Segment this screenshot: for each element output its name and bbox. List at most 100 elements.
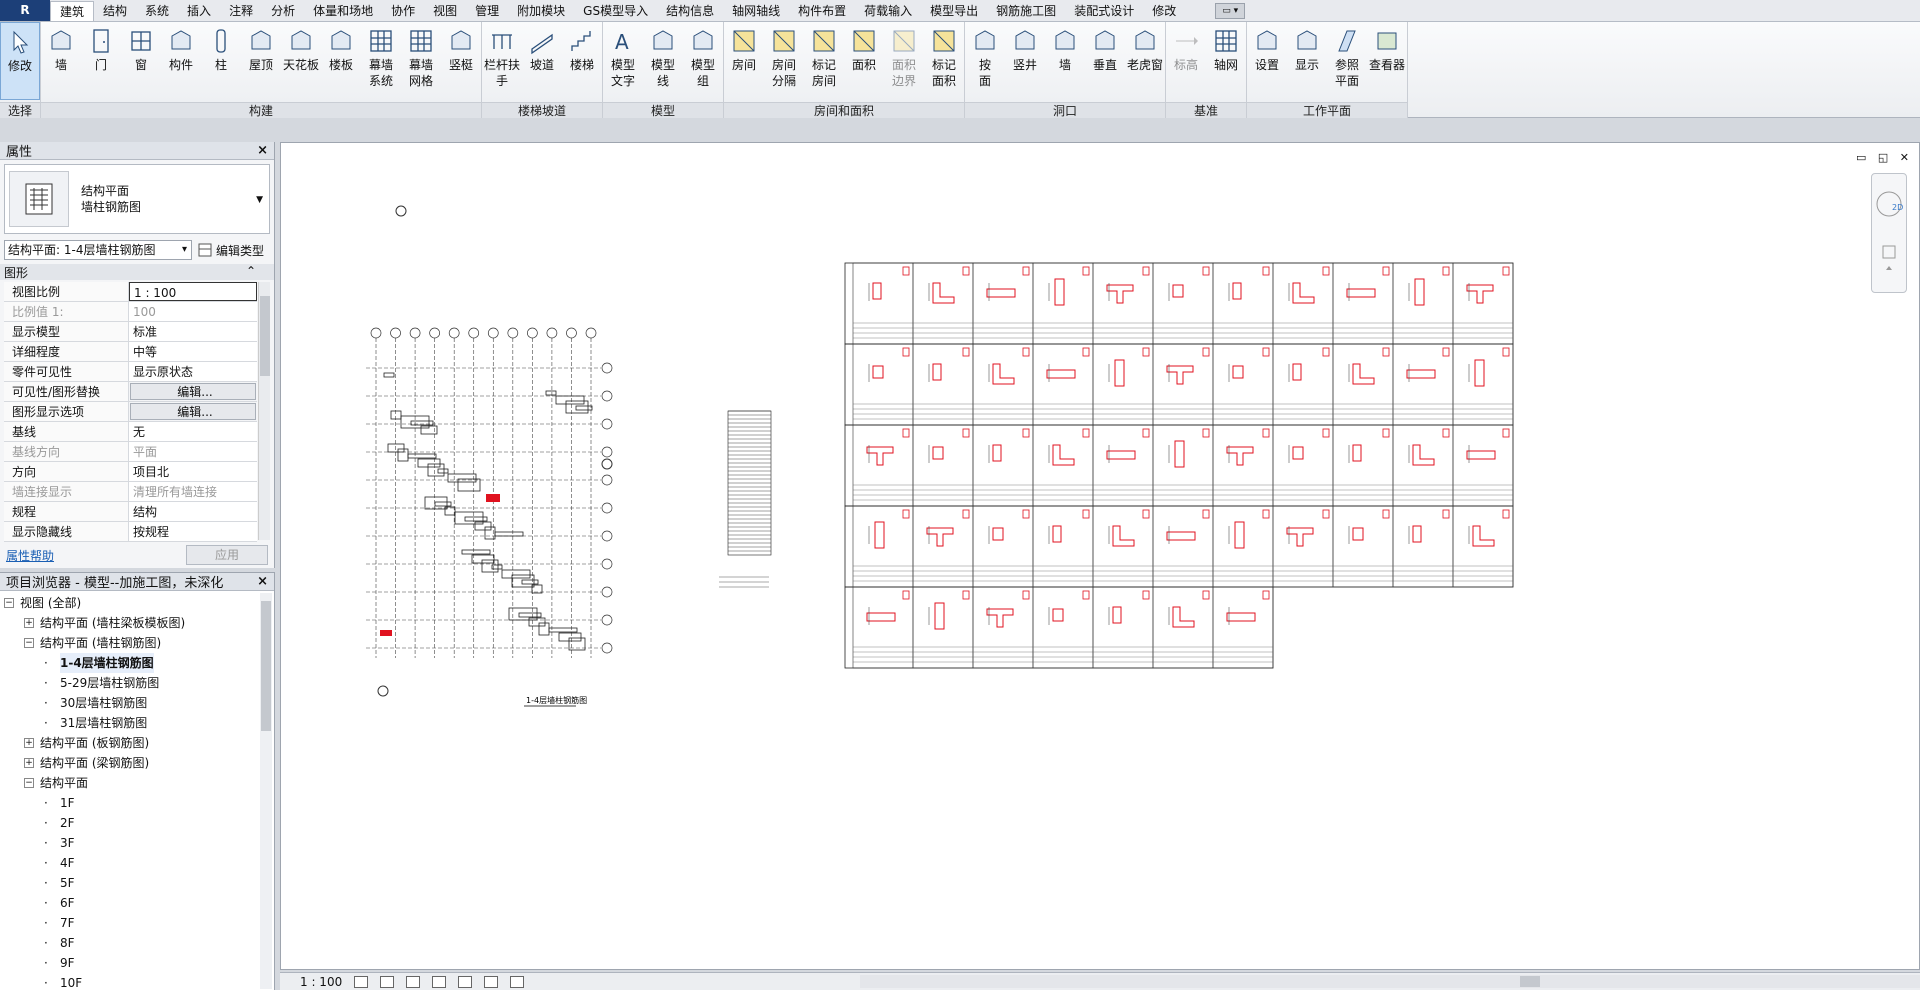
property-edit-button[interactable]: 编辑... <box>130 383 256 400</box>
ribbon-button[interactable]: 显示 <box>1287 22 1327 100</box>
view-scale-label[interactable]: 1 : 100 <box>300 975 342 989</box>
ribbon-button[interactable]: 面积 边界 <box>884 22 924 100</box>
ribbon-tab[interactable]: 构件布置 <box>789 1 855 21</box>
ribbon-button[interactable]: 墙 <box>1045 22 1085 100</box>
ribbon-tab[interactable]: 附加模块 <box>508 1 574 21</box>
ribbon-button[interactable]: 房间 <box>724 22 764 100</box>
detail-level-icon[interactable] <box>354 975 369 988</box>
ribbon-button[interactable]: 门 <box>81 22 121 100</box>
expand-icon[interactable]: + <box>24 618 34 628</box>
canvas-horizontal-scrollbar[interactable] <box>860 975 1920 988</box>
instance-selector[interactable]: 结构平面: 1-4层墙柱钢筋图 ▾ <box>4 240 192 260</box>
ribbon-button[interactable]: 房间 分隔 <box>764 22 804 100</box>
ribbon-tab[interactable]: 管理 <box>466 1 508 21</box>
tree-node[interactable]: · 8F <box>0 933 258 953</box>
close-icon[interactable]: × <box>257 143 268 158</box>
ribbon-tab[interactable]: 结构 <box>94 1 136 21</box>
category-header-graphics[interactable]: 图形 ⌃ <box>0 264 274 280</box>
property-value[interactable]: 结构 <box>129 502 257 521</box>
ribbon-minimize-icon[interactable]: ▭ ▾ <box>1215 2 1246 19</box>
ribbon-tab[interactable]: 注释 <box>220 1 262 21</box>
edit-type-button[interactable]: 编辑类型 <box>198 242 264 259</box>
ribbon-button[interactable]: 楼板 <box>321 22 361 100</box>
view-window-controls[interactable]: ▭ ◱ ✕ <box>1856 151 1913 164</box>
ribbon-tab[interactable]: 插入 <box>178 1 220 21</box>
collapse-icon[interactable]: − <box>24 778 34 788</box>
tree-node[interactable]: + 结构平面 (墙柱梁板模板图) <box>0 613 258 633</box>
ribbon-button[interactable]: 参照 平面 <box>1327 22 1367 100</box>
ribbon-button[interactable]: 查看器 <box>1367 22 1407 100</box>
expand-icon[interactable]: + <box>24 758 34 768</box>
ribbon-button[interactable]: 坡道 <box>522 22 562 100</box>
ribbon-group-label[interactable]: 洞口 <box>965 102 1165 118</box>
property-value[interactable]: 中等 <box>129 342 257 361</box>
ribbon-tab[interactable]: 模型导出 <box>921 1 987 21</box>
ribbon-tab[interactable]: 结构信息 <box>657 1 723 21</box>
ribbon-button[interactable]: 幕墙 网格 <box>401 22 441 100</box>
ribbon-button[interactable]: 模型 线 <box>643 22 683 100</box>
ribbon-tab[interactable]: 视图 <box>424 1 466 21</box>
ribbon-button[interactable]: 修改 <box>0 22 40 100</box>
properties-help-link[interactable]: 属性帮助 <box>6 547 54 564</box>
tree-node[interactable]: · 5F <box>0 873 258 893</box>
ribbon-button[interactable]: 竖井 <box>1005 22 1045 100</box>
reveal-hidden-icon[interactable] <box>510 975 525 988</box>
ribbon-tab[interactable]: 修改 <box>1143 1 1185 21</box>
tree-node[interactable]: + 结构平面 (板钢筋图) <box>0 733 258 753</box>
shadows-icon[interactable] <box>432 975 447 988</box>
visual-style-icon[interactable] <box>380 975 395 988</box>
ribbon-button[interactable]: 构件 <box>161 22 201 100</box>
application-menu-button[interactable]: R <box>0 0 50 21</box>
collapse-icon[interactable]: ⌃ <box>246 264 256 280</box>
ribbon-button[interactable]: 幕墙 系统 <box>361 22 401 100</box>
ribbon-tab[interactable]: 系统 <box>136 1 178 21</box>
ribbon-button[interactable]: 柱 <box>201 22 241 100</box>
tree-node[interactable]: · 1-4层墙柱钢筋图 <box>0 653 258 673</box>
ribbon-group-label[interactable]: 基准 <box>1166 102 1246 118</box>
ribbon-button[interactable]: 标高 <box>1166 22 1206 100</box>
ribbon-button[interactable]: 墙 <box>41 22 81 100</box>
ribbon-button[interactable]: 按 面 <box>965 22 1005 100</box>
ribbon-button[interactable]: 窗 <box>121 22 161 100</box>
browser-scrollbar[interactable] <box>260 593 272 989</box>
tree-node[interactable]: · 10F <box>0 973 258 989</box>
tree-node[interactable]: · 1F <box>0 793 258 813</box>
ribbon-button[interactable]: 栏杆扶手 <box>482 22 522 100</box>
ribbon-button[interactable]: 设置 <box>1247 22 1287 100</box>
ribbon-tab[interactable]: 协作 <box>382 1 424 21</box>
ribbon-group-label[interactable]: 模型 <box>603 102 723 118</box>
tree-node[interactable]: · 5-29层墙柱钢筋图 <box>0 673 258 693</box>
ribbon-tab[interactable]: 分析 <box>262 1 304 21</box>
close-icon[interactable]: × <box>257 574 268 589</box>
collapse-icon[interactable]: − <box>24 638 34 648</box>
tree-node[interactable]: · 30层墙柱钢筋图 <box>0 693 258 713</box>
ribbon-tab[interactable]: 建筑 <box>50 1 95 21</box>
ribbon-tab[interactable]: 荷载输入 <box>855 1 921 21</box>
ribbon-button[interactable]: 轴网 <box>1206 22 1246 100</box>
sun-path-icon[interactable] <box>406 975 421 988</box>
type-selector[interactable]: 结构平面 墙柱钢筋图 ▼ <box>4 164 270 234</box>
ribbon-group-label[interactable]: 选择 <box>0 102 40 118</box>
ribbon-group-label[interactable]: 房间和面积 <box>724 102 964 118</box>
ribbon-button[interactable]: 模型 组 <box>683 22 723 100</box>
property-value[interactable]: 标准 <box>129 322 257 341</box>
properties-scrollbar[interactable] <box>258 282 270 540</box>
tree-node[interactable]: · 7F <box>0 913 258 933</box>
ribbon-button[interactable]: 标记 房间 <box>804 22 844 100</box>
ribbon-button[interactable]: 屋顶 <box>241 22 281 100</box>
drawing-canvas[interactable]: ▭ ◱ ✕ 2D 1-4层墙柱钢筋图 <box>280 142 1920 970</box>
ribbon-tab[interactable]: 体量和场地 <box>304 1 382 21</box>
ribbon-tab[interactable]: 钢筋施工图 <box>987 1 1065 21</box>
ribbon-group-label[interactable]: 楼梯坡道 <box>482 102 602 118</box>
ribbon-button[interactable]: 垂直 <box>1085 22 1125 100</box>
ribbon-button[interactable]: A 模型 文字 <box>603 22 643 100</box>
property-value[interactable]: 显示原状态 <box>129 362 257 381</box>
ribbon-button[interactable]: 面积 <box>844 22 884 100</box>
tree-node[interactable]: · 3F <box>0 833 258 853</box>
tree-node[interactable]: · 31层墙柱钢筋图 <box>0 713 258 733</box>
navigation-bar[interactable]: 2D <box>1871 173 1907 293</box>
ribbon-button[interactable]: 楼梯 <box>562 22 602 100</box>
ribbon-button[interactable]: 标记 面积 <box>924 22 964 100</box>
ribbon-button[interactable]: 竖梃 <box>441 22 481 100</box>
ribbon-button[interactable]: 天花板 <box>281 22 321 100</box>
